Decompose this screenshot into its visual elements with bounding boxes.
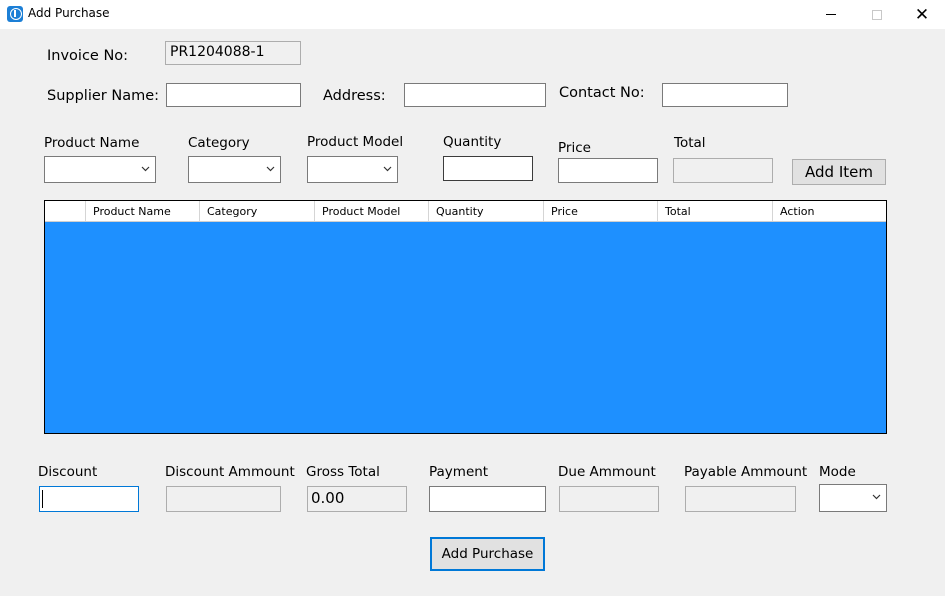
due-amount-label: Due Ammount [558, 464, 656, 480]
discount-input[interactable] [39, 486, 139, 512]
product-model-dropdown[interactable] [307, 156, 398, 183]
address-input[interactable] [404, 83, 546, 107]
column-total[interactable]: Total [657, 201, 772, 221]
close-button[interactable]: ✕ [899, 0, 945, 29]
chevron-down-icon [383, 166, 392, 172]
column-quantity[interactable]: Quantity [428, 201, 543, 221]
column-product-model[interactable]: Product Model [314, 201, 428, 221]
add-purchase-button[interactable]: Add Purchase [430, 537, 545, 571]
contact-no-label: Contact No: [559, 85, 645, 101]
gross-total-field[interactable]: 0.00 [307, 486, 407, 512]
payment-label: Payment [429, 464, 489, 480]
product-model-label: Product Model [307, 134, 404, 150]
discount-amount-field[interactable] [166, 486, 281, 512]
minimize-icon [826, 14, 836, 15]
quantity-input[interactable] [443, 156, 533, 181]
chevron-down-icon [141, 166, 150, 172]
payable-amount-label: Payable Ammount [684, 464, 808, 480]
item-total-field[interactable] [673, 158, 773, 183]
supplier-name-label: Supplier Name: [47, 88, 160, 104]
discount-label: Discount [38, 464, 98, 480]
add-item-button[interactable]: Add Item [792, 159, 886, 185]
product-name-label: Product Name [44, 135, 140, 151]
minimize-button[interactable] [808, 0, 854, 29]
category-label: Category [188, 135, 250, 151]
title-bar[interactable]: Add Purchase ✕ [0, 0, 945, 29]
price-input[interactable] [558, 158, 658, 183]
discount-amount-label: Discount Ammount [165, 464, 295, 480]
items-grid[interactable]: Product Name Category Product Model Quan… [44, 200, 887, 434]
app-info-icon [7, 6, 23, 22]
column-category[interactable]: Category [199, 201, 314, 221]
payment-input[interactable] [429, 486, 546, 512]
payable-amount-field[interactable] [685, 486, 796, 512]
price-label: Price [558, 140, 591, 156]
maximize-button[interactable] [854, 0, 900, 29]
column-product-name[interactable]: Product Name [85, 201, 199, 221]
column-price[interactable]: Price [543, 201, 657, 221]
maximize-icon [872, 9, 882, 20]
chevron-down-icon [872, 494, 881, 500]
quantity-label: Quantity [443, 134, 502, 150]
total-label: Total [674, 135, 706, 151]
text-caret [42, 490, 43, 508]
chevron-down-icon [266, 166, 275, 172]
row-header-column[interactable] [45, 201, 85, 221]
window-title: Add Purchase [28, 6, 110, 20]
close-icon: ✕ [914, 4, 930, 25]
category-dropdown[interactable] [188, 156, 281, 183]
mode-label: Mode [819, 464, 856, 480]
column-action[interactable]: Action [772, 201, 886, 221]
product-name-dropdown[interactable] [44, 156, 156, 183]
supplier-name-input[interactable] [166, 83, 301, 107]
invoice-number-field[interactable]: PR1204088-1 [165, 41, 301, 65]
contact-no-input[interactable] [662, 83, 788, 107]
address-label: Address: [323, 88, 386, 104]
grid-header: Product Name Category Product Model Quan… [45, 201, 886, 222]
invoice-label: Invoice No: [47, 48, 129, 64]
gross-total-label: Gross Total [306, 464, 380, 480]
due-amount-field[interactable] [559, 486, 659, 512]
payment-mode-dropdown[interactable] [819, 484, 887, 512]
